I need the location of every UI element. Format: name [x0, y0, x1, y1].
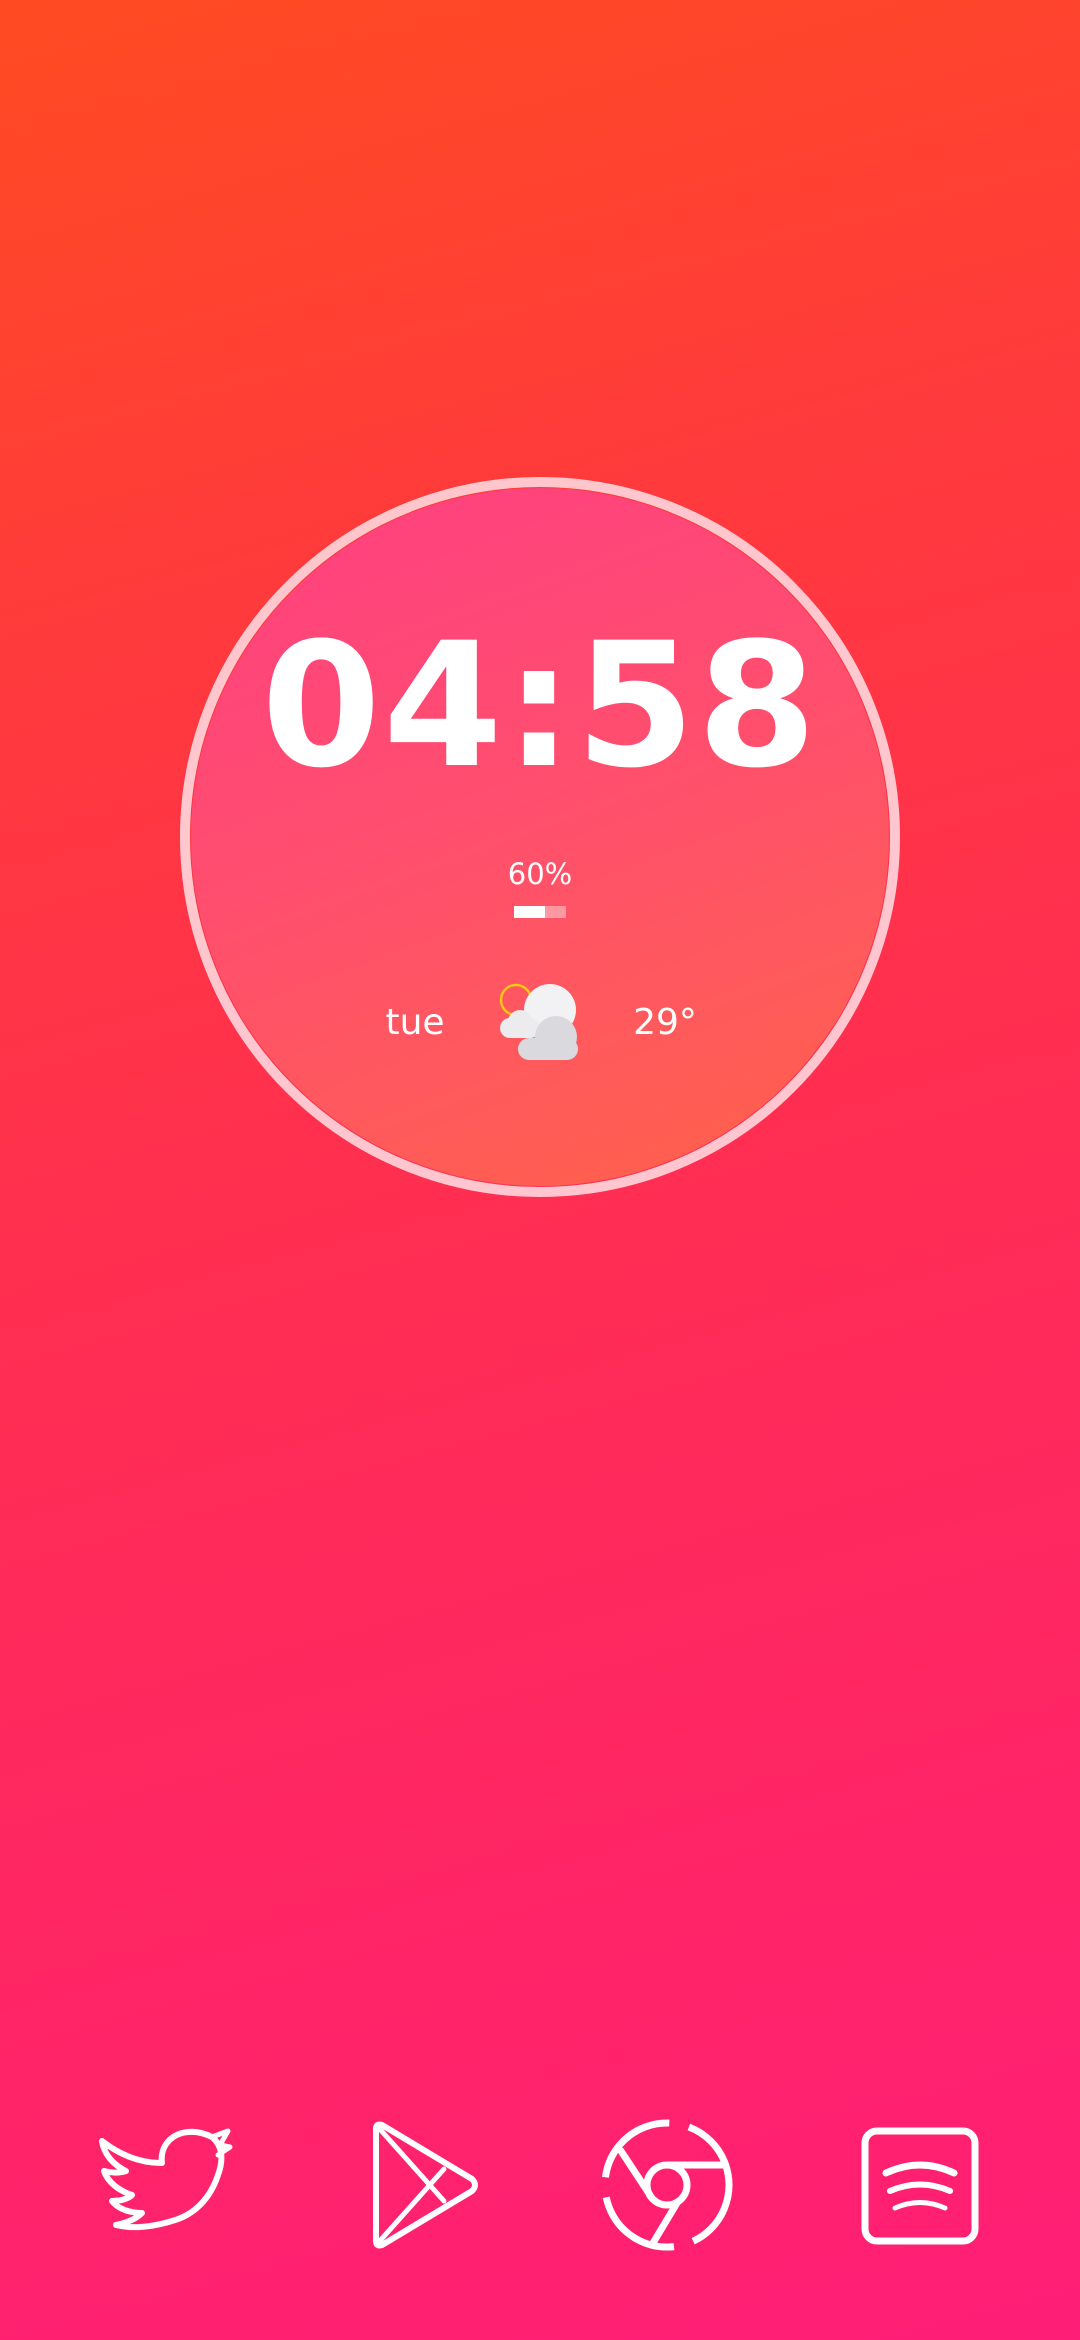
twitter-icon	[99, 2128, 233, 2231]
battery-bar-fill	[514, 906, 546, 918]
temperature-label: 29°	[633, 1002, 697, 1043]
battery-bar	[514, 906, 566, 918]
partly-cloudy-icon	[499, 983, 578, 1060]
clock-time: 04:58	[261, 605, 819, 806]
weekday-label: tue	[385, 1002, 445, 1043]
spotify-icon	[861, 2127, 979, 2245]
twitter-app[interactable]	[85, 2110, 235, 2260]
play-store-app[interactable]	[345, 2110, 495, 2260]
clock-face	[191, 488, 889, 1186]
play-store-icon	[373, 2121, 478, 2249]
spotify-app[interactable]	[843, 2110, 993, 2260]
home-screen: 04:58 60% tue 29°	[0, 0, 1080, 2340]
chrome-icon	[601, 2119, 733, 2251]
chrome-app[interactable]	[590, 2110, 740, 2260]
battery-percentage: 60%	[507, 857, 573, 891]
app-dock	[0, 2110, 1080, 2260]
